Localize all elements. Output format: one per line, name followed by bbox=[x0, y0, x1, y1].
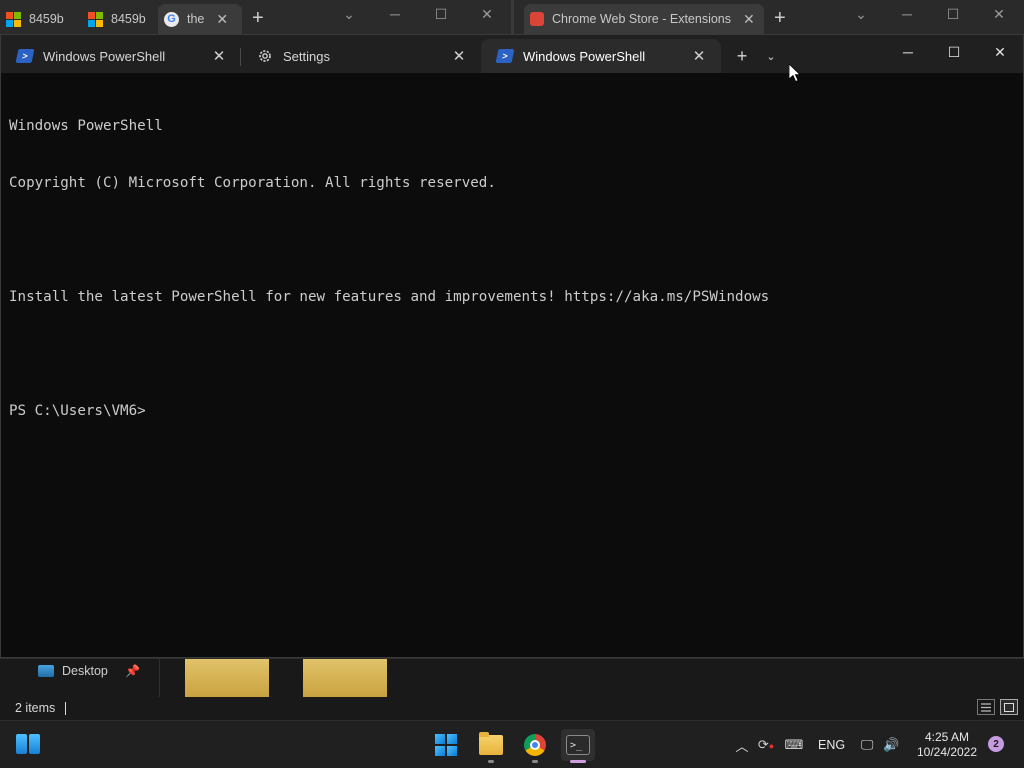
folder-icon bbox=[479, 732, 503, 755]
tab-label: Windows PowerShell bbox=[43, 48, 166, 64]
browser-tab[interactable]: 8459b bbox=[82, 4, 158, 34]
background-browser-left: 8459b 8459b G the ✕ + ⌄ ─ ☐ ✕ bbox=[0, 0, 512, 34]
taskbar: >_ ︿ ⟳● ⌨ ENG 🖵 🔊 4:25 AM 10/24/2022 2 bbox=[0, 720, 1024, 768]
browser-tab-active[interactable]: Chrome Web Store - Extensions ✕ bbox=[524, 4, 764, 34]
browser-tab-active[interactable]: G the ✕ bbox=[158, 4, 242, 34]
file-explorer-window: Desktop 📌 2 items bbox=[0, 658, 1024, 720]
console-line: Windows PowerShell bbox=[9, 118, 163, 134]
chevron-up-icon[interactable]: ︿ bbox=[730, 736, 754, 755]
keyboard-icon[interactable]: ⌨ bbox=[782, 737, 806, 753]
new-tab-icon[interactable]: + bbox=[242, 7, 274, 30]
desktop-icon bbox=[38, 665, 54, 677]
file-explorer-button[interactable] bbox=[474, 729, 508, 763]
close-icon[interactable]: ✕ bbox=[687, 47, 711, 65]
desktop: 8459b 8459b G the ✕ + ⌄ ─ ☐ ✕ Chrome Web… bbox=[0, 0, 1024, 768]
maximize-icon[interactable]: ☐ bbox=[418, 6, 464, 23]
window-controls: ⌄ ─ ☐ ✕ bbox=[326, 6, 510, 23]
nav-item-label: Desktop bbox=[62, 664, 108, 678]
tab-settings[interactable]: Settings ✕ bbox=[241, 39, 481, 73]
volume-icon[interactable]: 🔊 bbox=[879, 737, 903, 753]
item-count: 2 items bbox=[15, 701, 56, 715]
browser-tab-label: Chrome Web Store - Extensions bbox=[552, 12, 732, 26]
sync-icon[interactable]: ⟳● bbox=[754, 737, 778, 753]
language-indicator[interactable]: ENG bbox=[818, 738, 845, 752]
close-icon[interactable]: ✕ bbox=[207, 47, 231, 65]
chevron-down-icon[interactable]: ⌄ bbox=[326, 6, 372, 23]
powershell-icon: > bbox=[15, 49, 35, 63]
microsoft-logo-icon bbox=[88, 11, 103, 27]
status-divider bbox=[65, 701, 67, 715]
browser-tab[interactable]: 8459b bbox=[0, 4, 82, 34]
minimize-icon[interactable]: ─ bbox=[884, 6, 930, 23]
maximize-button[interactable]: ☐ bbox=[931, 35, 977, 69]
gear-icon bbox=[259, 50, 271, 62]
browser-tab-label: 8459b bbox=[29, 12, 64, 26]
clock-date: 10/24/2022 bbox=[916, 745, 978, 759]
folder-thumbnail[interactable] bbox=[303, 659, 387, 697]
maximize-icon[interactable]: ☐ bbox=[930, 6, 976, 23]
browser-tab-label: the bbox=[187, 12, 205, 26]
terminal-tab-bar: > Windows PowerShell ✕ Settings ✕ > Wind… bbox=[1, 35, 1023, 73]
navigation-pane: Desktop 📌 bbox=[0, 659, 160, 697]
microsoft-logo-icon bbox=[6, 11, 21, 27]
running-indicator bbox=[532, 760, 538, 763]
notification-badge[interactable]: 2 bbox=[988, 736, 1004, 752]
web-store-icon bbox=[530, 12, 544, 26]
close-icon[interactable]: ✕ bbox=[216, 11, 228, 28]
close-icon[interactable]: ✕ bbox=[743, 11, 755, 28]
network-icon[interactable]: 🖵 bbox=[855, 737, 879, 753]
tab-powershell-2[interactable]: > Windows PowerShell ✕ bbox=[481, 39, 721, 73]
window-controls: ⌄ ─ ☐ ✕ bbox=[838, 6, 1022, 23]
new-tab-icon[interactable]: + bbox=[764, 7, 796, 30]
minimize-icon[interactable]: ─ bbox=[372, 6, 418, 23]
new-tab-button[interactable]: + bbox=[727, 39, 757, 73]
chrome-button[interactable] bbox=[518, 729, 552, 763]
tab-label: Settings bbox=[283, 48, 330, 64]
chevron-down-icon[interactable]: ⌄ bbox=[757, 39, 785, 73]
window-controls: ─ ☐ ✕ bbox=[885, 35, 1023, 69]
console-line: Copyright (C) Microsoft Corporation. All… bbox=[9, 175, 496, 191]
terminal-icon: >_ bbox=[566, 735, 590, 755]
folder-thumbnail[interactable] bbox=[185, 659, 269, 697]
console-line: Install the latest PowerShell for new fe… bbox=[9, 289, 770, 305]
console-line: ​ bbox=[9, 345, 1015, 364]
console-output[interactable]: Windows PowerShell Copyright (C) Microso… bbox=[9, 79, 1015, 459]
start-button[interactable] bbox=[429, 729, 463, 761]
tiles-view-icon[interactable] bbox=[1000, 699, 1018, 715]
terminal-window: > Windows PowerShell ✕ Settings ✕ > Wind… bbox=[0, 34, 1024, 658]
close-icon[interactable]: ✕ bbox=[464, 6, 510, 23]
windows-logo-icon bbox=[435, 734, 457, 756]
close-button[interactable]: ✕ bbox=[977, 35, 1023, 69]
minimize-button[interactable]: ─ bbox=[885, 35, 931, 69]
background-browser-right: Chrome Web Store - Extensions ✕ + ⌄ ─ ☐ … bbox=[514, 0, 1024, 34]
clock-time: 4:25 AM bbox=[924, 730, 970, 744]
running-indicator bbox=[488, 760, 494, 763]
mouse-cursor-icon bbox=[789, 64, 801, 83]
chevron-down-icon[interactable]: ⌄ bbox=[838, 6, 884, 23]
status-bar: 2 items bbox=[15, 701, 67, 715]
browser-tab-label: 8459b bbox=[111, 12, 146, 26]
active-indicator bbox=[570, 760, 586, 763]
tab-powershell-1[interactable]: > Windows PowerShell ✕ bbox=[1, 39, 241, 73]
system-tray: ︿ ⟳● ⌨ ENG 🖵 🔊 bbox=[730, 721, 903, 768]
google-logo-icon: G bbox=[164, 11, 179, 27]
nav-item-desktop[interactable]: Desktop bbox=[38, 664, 108, 678]
close-icon[interactable]: ✕ bbox=[447, 47, 471, 65]
widgets-icon[interactable] bbox=[16, 734, 40, 754]
terminal-button[interactable]: >_ bbox=[561, 729, 595, 763]
pin-icon[interactable]: 📌 bbox=[125, 664, 140, 678]
console-prompt: PS C:\Users\VM6> bbox=[9, 403, 146, 419]
tab-label: Windows PowerShell bbox=[523, 48, 646, 64]
clock[interactable]: 4:25 AM 10/24/2022 bbox=[912, 730, 982, 760]
chrome-icon bbox=[524, 734, 546, 756]
close-icon[interactable]: ✕ bbox=[976, 6, 1022, 23]
powershell-icon: > bbox=[495, 49, 515, 63]
details-view-icon[interactable] bbox=[977, 699, 995, 715]
console-line: ​ bbox=[9, 231, 1015, 250]
